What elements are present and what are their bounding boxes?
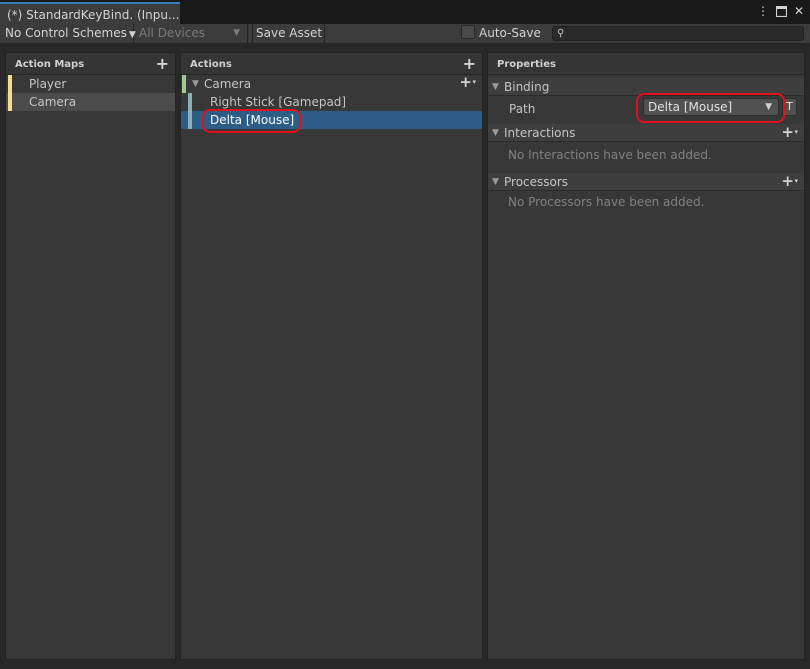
processors-section-title: Processors [504, 175, 569, 189]
properties-panel: Properties ▼ Binding Path ▼ Interactions… [487, 52, 805, 660]
action-map-color-bar [8, 93, 12, 111]
window-controls: ⋮ ✕ [756, 4, 806, 18]
binding-item-right-stick[interactable]: Right Stick [Gamepad] [181, 93, 482, 111]
binding-section-title: Binding [504, 80, 550, 94]
add-interaction-icon[interactable]: + [781, 123, 797, 141]
add-action-map-icon[interactable]: + [156, 54, 169, 73]
binding-label: Delta [Mouse] [210, 113, 295, 127]
add-binding-icon[interactable]: + [459, 73, 475, 91]
text-mode-button[interactable]: T [782, 98, 797, 116]
action-map-item-player[interactable]: Player [6, 75, 175, 93]
action-map-item-camera[interactable]: Camera [6, 93, 175, 111]
save-asset-button[interactable]: Save Asset [252, 24, 325, 44]
path-dropdown[interactable]: Delta [Mouse] ▼ [643, 98, 779, 116]
action-map-label: Camera [29, 95, 77, 109]
binding-color-bar [188, 111, 192, 129]
action-item-camera[interactable]: ▼ Camera + [181, 73, 482, 93]
chevron-down-icon: ▼ [233, 28, 240, 38]
save-asset-label: Save Asset [256, 26, 323, 40]
add-action-icon[interactable]: + [463, 54, 476, 73]
add-processor-icon[interactable]: + [781, 172, 797, 190]
title-bar: (*) StandardKeyBind. (Inpu... ⋮ ✕ [0, 0, 810, 24]
path-value: Delta [Mouse] [648, 100, 733, 114]
binding-section-header[interactable]: ▼ Binding [488, 78, 804, 96]
expand-triangle-icon: ▼ [492, 82, 499, 92]
expand-triangle-icon: ▼ [492, 177, 499, 187]
devices-label: All Devices [139, 26, 205, 40]
action-map-label: Player [29, 77, 67, 91]
window-tab[interactable]: (*) StandardKeyBind. (Inpu... [0, 2, 180, 24]
interactions-empty-row: No Interactions have been added. [488, 142, 804, 173]
action-map-color-bar [8, 75, 12, 93]
binding-item-delta-mouse[interactable]: Delta [Mouse] [181, 111, 482, 129]
expand-triangle-icon[interactable]: ▼ [192, 75, 199, 93]
actions-panel: Actions + ▼ Camera + Right Stick [Gamepa… [180, 52, 483, 660]
auto-save-label: Auto-Save [479, 26, 541, 40]
action-label: Camera [204, 77, 252, 91]
interactions-empty-text: No Interactions have been added. [508, 148, 712, 162]
expand-triangle-icon: ▼ [492, 128, 499, 138]
binding-color-bar [188, 93, 192, 111]
properties-header: Properties [488, 53, 804, 75]
properties-title: Properties [497, 59, 556, 70]
action-maps-title: Action Maps [15, 59, 85, 70]
close-icon[interactable]: ✕ [792, 4, 806, 18]
processors-empty-text: No Processors have been added. [508, 195, 705, 209]
text-mode-label: T [786, 100, 793, 113]
interactions-section-title: Interactions [504, 126, 576, 140]
processors-section-header[interactable]: ▼ Processors + [488, 172, 804, 191]
action-maps-header: Action Maps + [6, 53, 175, 75]
maximize-icon[interactable] [774, 4, 788, 18]
more-options-icon[interactable]: ⋮ [756, 4, 770, 18]
control-schemes-dropdown[interactable]: No Control Schemes ▼ [0, 24, 136, 44]
actions-title: Actions [190, 59, 232, 70]
path-label: Path [509, 102, 536, 116]
toolbar: No Control Schemes ▼ All Devices ▼ Save A… [0, 24, 810, 44]
processors-empty-row: No Processors have been added. [488, 191, 804, 215]
auto-save-checkbox[interactable] [461, 25, 475, 39]
chevron-down-icon: ▼ [765, 102, 772, 112]
search-input[interactable]: ⚲ [552, 26, 804, 41]
actions-header: Actions + [181, 53, 482, 75]
interactions-section-header[interactable]: ▼ Interactions + [488, 123, 804, 142]
window-tab-title: (*) StandardKeyBind. (Inpu... [7, 8, 180, 22]
binding-label: Right Stick [Gamepad] [210, 95, 347, 109]
action-maps-panel: Action Maps + Player Camera [5, 52, 176, 660]
action-color-bar [182, 75, 186, 93]
control-schemes-label: No Control Schemes [5, 26, 127, 40]
search-icon: ⚲ [557, 28, 565, 39]
devices-dropdown[interactable]: All Devices ▼ [134, 24, 248, 44]
